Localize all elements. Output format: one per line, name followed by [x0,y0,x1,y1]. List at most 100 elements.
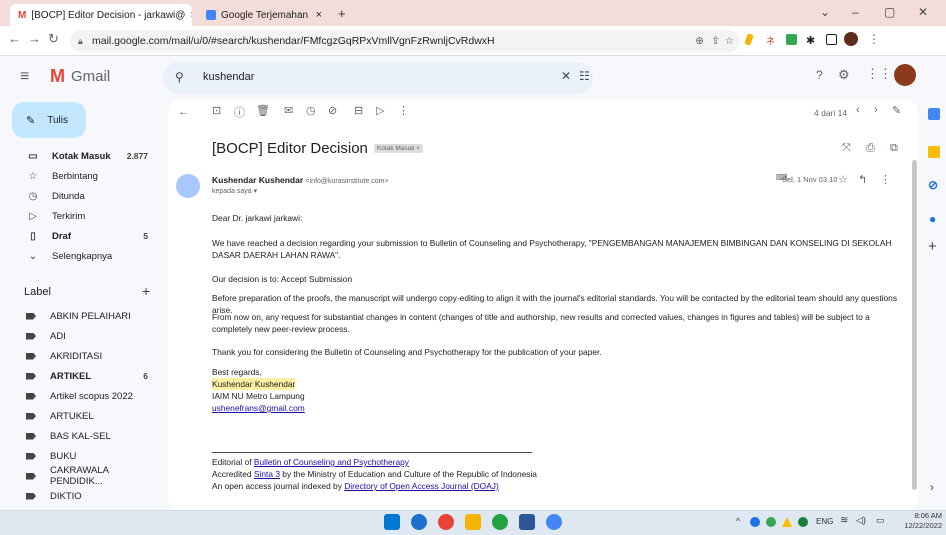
file-explorer-icon[interactable] [465,514,481,530]
apps-grid-icon[interactable]: ⋮⋮ [866,66,892,82]
expand-all-icon[interactable]: ⤧ [842,142,851,155]
sinta-link[interactable]: Sinta 3 [254,469,280,479]
clock[interactable]: 8:06 AM 12/22/2022 [902,511,942,531]
extension-kanji-icon[interactable]: ネ [766,34,777,46]
settings-gear-icon[interactable]: ⚙ [838,67,850,83]
labels-icon[interactable]: ▷ [376,104,384,117]
search-bar[interactable]: ⚲ kushendar ✕ ☷ [163,62,593,94]
back-to-list-icon[interactable]: ← [178,106,189,118]
recipient-details[interactable]: kepada saya ▾ [212,187,257,195]
tasks-icon[interactable]: ⊘ [928,178,938,192]
sender-avatar[interactable] [176,174,200,198]
journal-link[interactable]: Bulletin of Counseling and Psychotherapy [254,457,409,467]
sidebar-label-item[interactable]: DIKTIO [0,486,160,506]
main-menu-icon[interactable]: ≡ [20,68,29,86]
clear-search-icon[interactable]: ✕ [561,69,571,83]
forward-icon[interactable]: → [28,31,41,46]
search-options-icon[interactable]: ☷ [579,69,590,83]
snooze-icon[interactable]: ◷ [306,104,316,117]
wifi-icon[interactable]: ≋ [840,515,848,526]
extension-colors-icon[interactable] [786,34,797,45]
sidebar-item-snoozed[interactable]: ◷ Ditunda [0,186,160,206]
sidebar-item-drafts[interactable]: ▯ Draf 5 [0,226,160,246]
sidebar-label-item[interactable]: ADI [0,326,160,346]
input-tools-icon[interactable]: ✎ [892,104,901,117]
sidebar-label-item[interactable]: Artikel scopus 2022 [0,386,160,406]
extensions-puzzle-icon[interactable]: ✱ [806,34,817,47]
calendar-icon[interactable] [928,108,940,120]
share-icon[interactable]: ⇪ [711,30,720,52]
search-icon[interactable]: ⚲ [175,70,184,84]
inbox-label-chip[interactable]: Kotak Masuk × [373,144,424,153]
sidebar-label-item[interactable]: BAS KAL-SEL [0,426,160,446]
word-icon[interactable] [519,514,535,530]
browser-menu-icon[interactable]: ⋮ [868,32,880,46]
sender-name[interactable]: Kushendar Kushendar [212,175,303,185]
mark-unread-icon[interactable]: ✉︎ [284,104,293,117]
tray-app-icon[interactable] [766,517,776,527]
reload-icon[interactable]: ↻ [48,31,59,47]
chrome-alt-icon[interactable] [546,514,562,530]
tab-search-icon[interactable]: ⌄ [820,5,830,19]
chat-app-icon[interactable] [411,514,427,530]
sidebar-item-sent[interactable]: ▷ Terkirim [0,206,160,226]
battery-icon[interactable]: ▭ [876,515,885,526]
address-bar[interactable]: 🔒︎ mail.google.com/mail/u/0/#search/kush… [70,30,740,52]
get-addons-icon[interactable]: + [928,238,937,255]
compose-button[interactable]: ✎ Tulis [12,102,86,138]
new-tab-button[interactable]: + [338,6,346,21]
email-scrollbar[interactable] [912,160,917,490]
sidebar-item-starred[interactable]: ☆ Berbintang [0,166,160,186]
profile-avatar[interactable] [844,32,858,46]
language-indicator[interactable]: ENG [816,517,833,526]
archive-icon[interactable]: ⊡ [212,104,221,117]
close-tab-icon[interactable]: × [316,9,322,21]
add-task-icon[interactable]: ⊘ [328,104,337,117]
whatsapp-icon[interactable] [492,514,508,530]
star-email-icon[interactable]: ☆ [838,173,848,186]
print-icon[interactable]: ⎙ [866,142,875,155]
close-tab-icon[interactable]: × [190,9,192,21]
account-avatar[interactable] [894,64,916,86]
bookmark-star-icon[interactable]: ☆ [725,30,734,52]
maximize-button[interactable]: ▢ [884,5,895,19]
back-icon[interactable]: ← [8,31,21,46]
sidebar-label-item[interactable]: BUKU [0,446,160,466]
sidebar-label-item[interactable]: ARTUKEL [0,406,160,426]
report-spam-icon[interactable]: ⓘ [234,104,245,120]
signature-email-link[interactable]: ushenefrans@gmail.com [212,402,305,414]
tab-gmail[interactable]: M [BOCP] Editor Decision - jarkawi@ × [10,4,192,26]
sidebar-item-more[interactable]: ⌄ Selengkapnya [0,246,160,266]
doaj-link[interactable]: Directory of Open Access Journal (DOAJ) [344,481,499,491]
delete-icon[interactable]: 🗑︎ [256,104,270,117]
older-icon[interactable]: › [874,104,878,116]
newer-icon[interactable]: ‹ [856,104,860,116]
more-actions-icon[interactable]: ⋮ [398,104,409,117]
sidebar-label-item[interactable]: ABKIN PELAIHARI [0,306,160,326]
open-new-window-icon[interactable]: ⧉ [890,142,898,155]
side-panel-icon[interactable] [826,34,837,45]
close-window-button[interactable]: ✕ [918,5,928,19]
sidebar-label-item[interactable]: ARTIKEL 6 [0,366,160,386]
tab-google-translate[interactable]: Google Terjemahan × [198,4,330,26]
reply-icon[interactable]: ↰ [858,173,867,186]
help-icon[interactable]: ? [816,68,823,82]
search-input[interactable]: kushendar [203,71,254,83]
tray-app-icon[interactable] [750,517,760,527]
sidebar-item-inbox[interactable]: ▭ Kotak Masuk 2.877 [0,146,160,166]
zoom-icon[interactable]: ⊕ [695,30,704,52]
more-email-options-icon[interactable]: ⋮ [880,173,891,186]
tray-app-icon[interactable] [798,517,808,527]
tray-overflow-icon[interactable]: ^ [736,516,740,526]
keep-icon[interactable] [928,146,940,158]
gmail-logo[interactable]: M Gmail [50,66,110,87]
sidebar-label-item[interactable]: CAKRAWALA PENDIDIK... [0,465,160,487]
show-side-panel-icon[interactable]: › [930,480,934,494]
chrome-taskbar-icon[interactable] [438,514,454,530]
minimize-button[interactable]: – [852,5,859,19]
contacts-icon[interactable]: ● [929,212,936,226]
windows-start-icon[interactable] [384,514,400,530]
sidebar-label-item[interactable]: AKRIDITASI [0,346,160,366]
move-to-icon[interactable]: ⊟ [354,104,363,117]
volume-icon[interactable]: ◁) [856,515,866,526]
